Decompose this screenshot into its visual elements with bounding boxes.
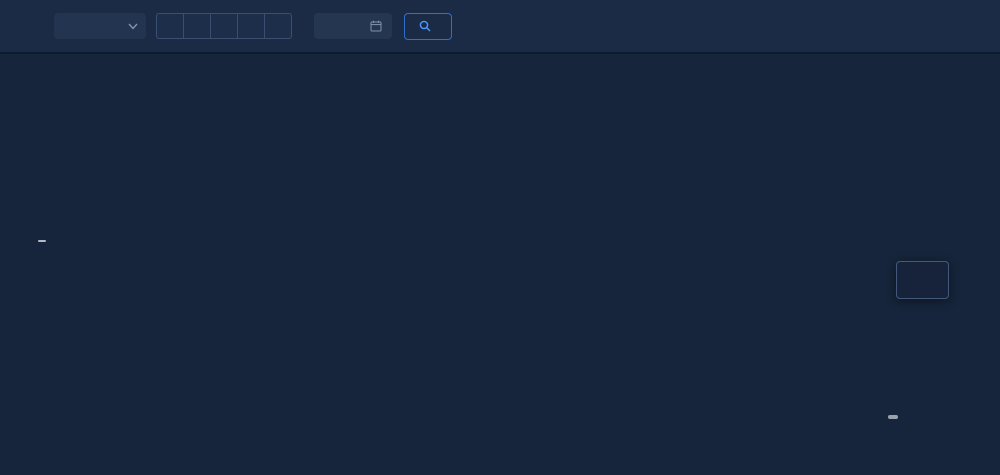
markline-value-label [38, 240, 46, 242]
tooltip-dot-ambient [906, 274, 913, 281]
tooltip-row-ambient [906, 274, 939, 281]
tooltip-row-module [906, 284, 939, 291]
chart-tooltip [896, 261, 949, 299]
tooltip-dot-module [906, 284, 913, 291]
weather-station-app [0, 0, 1000, 475]
temperature-chart[interactable] [0, 0, 1000, 475]
axis-pointer-label [888, 415, 898, 419]
